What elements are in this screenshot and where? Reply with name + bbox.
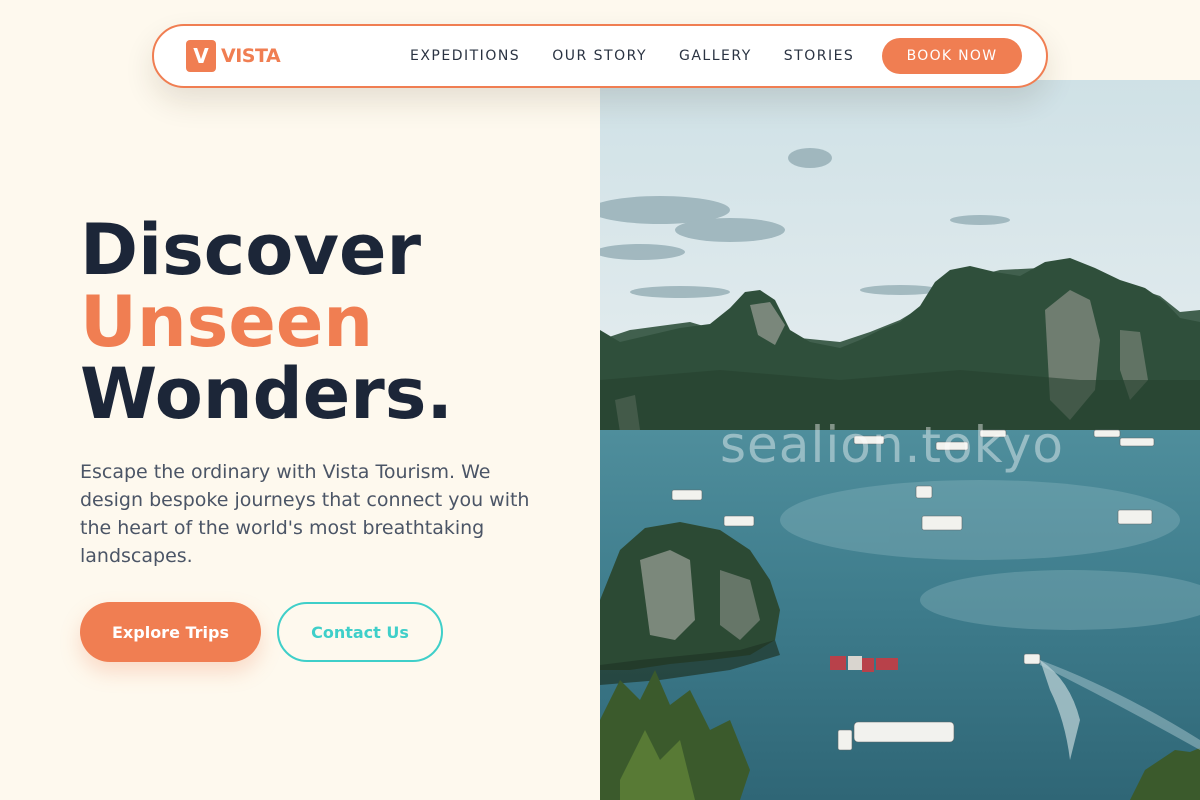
nav-link-gallery[interactable]: GALLERY [679, 48, 752, 64]
brand-name: VISTA [221, 45, 281, 67]
nav-link-expeditions[interactable]: EXPEDITIONS [410, 48, 520, 64]
navbar: V VISTA EXPEDITIONS OUR STORY GALLERY ST… [152, 24, 1048, 88]
hero-image: sealion.tokyo [600, 80, 1200, 800]
nav-link-stories[interactable]: STORIES [784, 48, 855, 64]
explore-trips-button[interactable]: Explore Trips [80, 602, 261, 662]
landing-page: V VISTA EXPEDITIONS OUR STORY GALLERY ST… [0, 0, 1200, 800]
nav-links: EXPEDITIONS OUR STORY GALLERY STORIES [410, 26, 886, 86]
hero-title-line-1: Discover [80, 209, 421, 291]
hero-title-line-3: Wonders. [80, 353, 454, 435]
hero-title: Discover Unseen Wonders. [80, 214, 453, 430]
book-now-button[interactable]: BOOK NOW [882, 38, 1022, 74]
nav-link-our-story[interactable]: OUR STORY [552, 48, 647, 64]
logo-mark-icon: V [186, 40, 216, 72]
contact-us-button[interactable]: Contact Us [277, 602, 443, 662]
image-watermark: sealion.tokyo [720, 416, 1064, 474]
hero-title-accent: Unseen [80, 281, 374, 363]
hero-description: Escape the ordinary with Vista Tourism. … [80, 461, 530, 567]
brand-logo[interactable]: V VISTA [186, 40, 281, 72]
